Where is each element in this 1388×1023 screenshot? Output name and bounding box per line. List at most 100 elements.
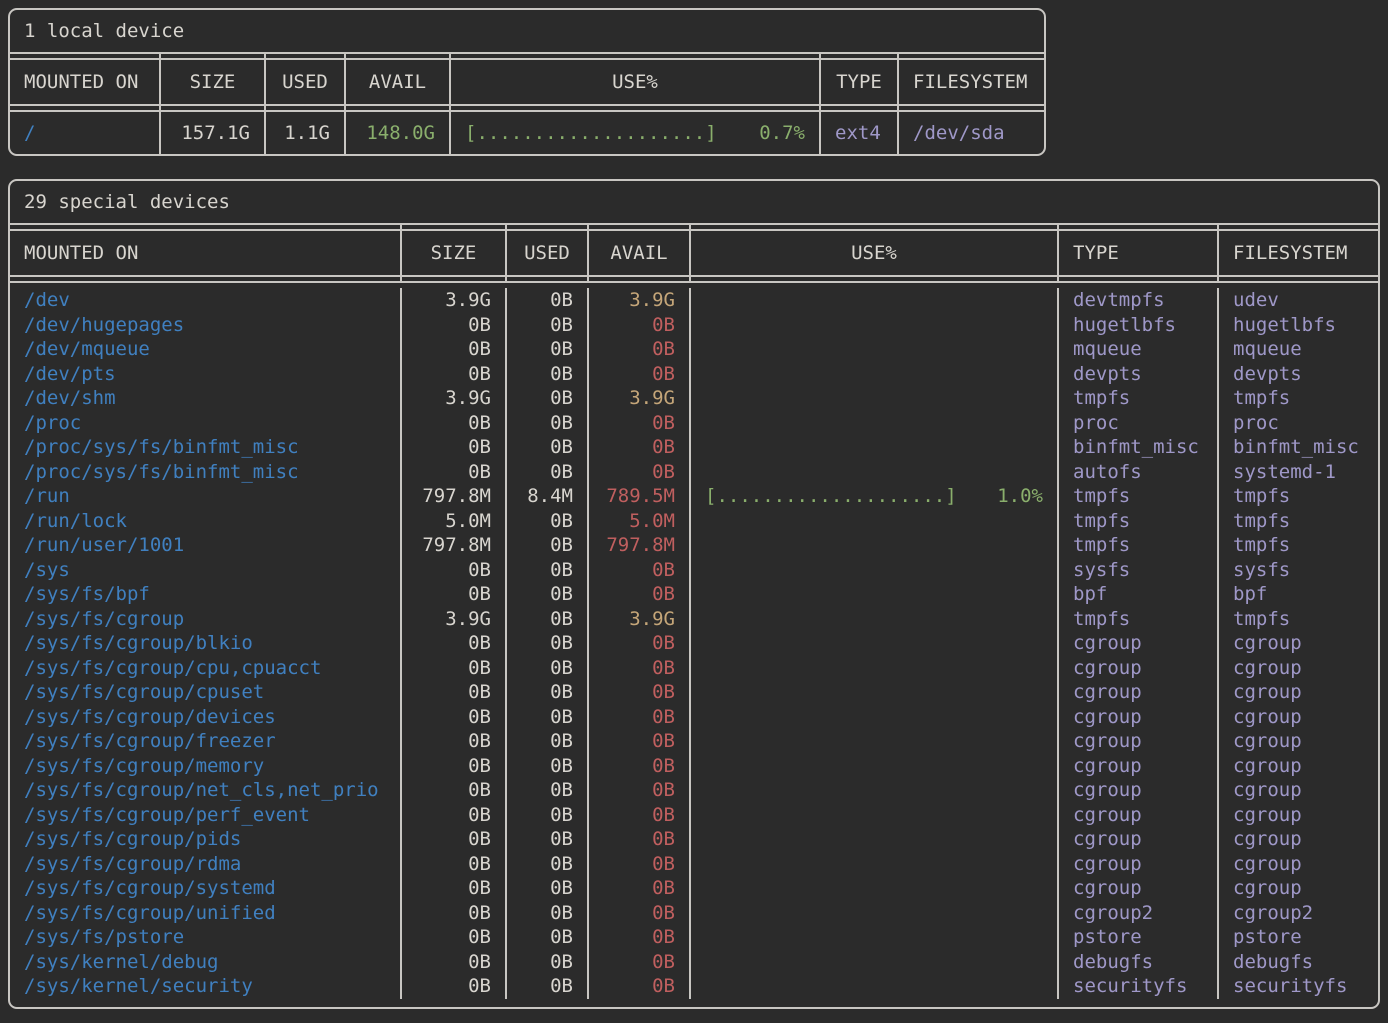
cell-use-percent [689, 533, 1057, 558]
cell-avail: 3.9G [587, 386, 689, 411]
cell-used: 0B [505, 607, 587, 632]
cell-use-percent: [....................] 1.0% [689, 484, 1057, 509]
cell-type: tmpfs [1057, 509, 1217, 534]
header-used: USED [505, 231, 587, 275]
cell-mounted-on: /sys/fs/cgroup/devices [10, 705, 400, 730]
cell-filesystem: hugetlbfs [1217, 313, 1378, 338]
cell-use-percent [689, 729, 1057, 754]
cell-used: 0B [505, 852, 587, 877]
cell-used: 0B [505, 950, 587, 975]
cell-mounted-on: /sys/fs/cgroup/rdma [10, 852, 400, 877]
table-row: /run 797.8M 8.4M 789.5M [...............… [10, 484, 1378, 509]
cell-avail: 0B [587, 705, 689, 730]
cell-type: hugetlbfs [1057, 313, 1217, 338]
cell-size: 0B [400, 680, 505, 705]
cell-used: 0B [505, 460, 587, 485]
cell-size: 0B [400, 925, 505, 950]
cell-use-percent [689, 582, 1057, 607]
cell-size: 0B [400, 803, 505, 828]
cell-avail: 0B [587, 974, 689, 999]
cell-used: 0B [505, 705, 587, 730]
cell-mounted-on: /dev [10, 288, 400, 313]
cell-mounted-on: /sys/kernel/debug [10, 950, 400, 975]
cell-mounted-on: /sys/fs/cgroup/net_cls,net_prio [10, 778, 400, 803]
cell-use-percent: [....................] 0.7% [449, 112, 819, 154]
usage-bar: [....................] [465, 112, 717, 154]
cell-mounted-on: / [10, 112, 159, 154]
cell-filesystem: securityfs [1217, 974, 1378, 999]
cell-filesystem: bpf [1217, 582, 1378, 607]
cell-used: 1.1G [264, 112, 344, 154]
cell-type: cgroup [1057, 876, 1217, 901]
cell-avail: 0B [587, 803, 689, 828]
cell-filesystem: cgroup [1217, 754, 1378, 779]
cell-type: bpf [1057, 582, 1217, 607]
cell-used: 0B [505, 435, 587, 460]
cell-mounted-on: /proc/sys/fs/binfmt_misc [10, 460, 400, 485]
cell-used: 0B [505, 778, 587, 803]
cell-used: 0B [505, 362, 587, 387]
cell-size: 0B [400, 754, 505, 779]
cell-mounted-on: /sys/kernel/security [10, 974, 400, 999]
header-mounted-on: MOUNTED ON [10, 231, 400, 275]
cell-type: cgroup [1057, 680, 1217, 705]
cell-used: 0B [505, 411, 587, 436]
table-row: /sys/fs/cgroup/freezer 0B 0B 0B cgroup c… [10, 729, 1378, 754]
cell-avail: 0B [587, 656, 689, 681]
header-type: TYPE [1057, 231, 1217, 275]
cell-used: 0B [505, 925, 587, 950]
cell-use-percent [689, 705, 1057, 730]
cell-filesystem: tmpfs [1217, 533, 1378, 558]
header-filesystem: FILESYSTEM [897, 60, 1044, 104]
cell-use-percent [689, 778, 1057, 803]
cell-filesystem: cgroup [1217, 680, 1378, 705]
cell-type: cgroup [1057, 852, 1217, 877]
cell-filesystem: mqueue [1217, 337, 1378, 362]
cell-avail: 0B [587, 558, 689, 583]
cell-type: tmpfs [1057, 386, 1217, 411]
cell-avail: 0B [587, 411, 689, 436]
table-row: /sys/fs/cgroup/pids 0B 0B 0B cgroup cgro… [10, 827, 1378, 852]
cell-size: 3.9G [400, 288, 505, 313]
cell-mounted-on: /sys/fs/cgroup/unified [10, 901, 400, 926]
table-row: /sys/fs/cgroup/memory 0B 0B 0B cgroup cg… [10, 754, 1378, 779]
table-row: /sys/kernel/security 0B 0B 0B securityfs… [10, 974, 1378, 999]
table-row: /sys/fs/cgroup/devices 0B 0B 0B cgroup c… [10, 705, 1378, 730]
cell-avail: 5.0M [587, 509, 689, 534]
cell-size: 0B [400, 729, 505, 754]
cell-size: 3.9G [400, 386, 505, 411]
cell-mounted-on: /sys/fs/cgroup/memory [10, 754, 400, 779]
cell-filesystem: cgroup [1217, 705, 1378, 730]
header-mounted-on: MOUNTED ON [10, 60, 159, 104]
cell-size: 0B [400, 558, 505, 583]
cell-used: 0B [505, 901, 587, 926]
cell-filesystem: cgroup2 [1217, 901, 1378, 926]
cell-type: cgroup [1057, 827, 1217, 852]
cell-use-percent [689, 925, 1057, 950]
cell-use-percent [689, 337, 1057, 362]
special-table-title: 29 special devices [10, 181, 1378, 223]
cell-type: devtmpfs [1057, 288, 1217, 313]
usage-bar: [....................] [705, 484, 957, 509]
cell-filesystem: tmpfs [1217, 509, 1378, 534]
cell-use-percent [689, 680, 1057, 705]
cell-type: cgroup [1057, 778, 1217, 803]
usage-percent: 0.7% [759, 112, 805, 154]
cell-filesystem: tmpfs [1217, 484, 1378, 509]
cell-type: tmpfs [1057, 484, 1217, 509]
cell-filesystem: systemd-1 [1217, 460, 1378, 485]
cell-avail: 797.8M [587, 533, 689, 558]
table-row: /run/lock 5.0M 0B 5.0M tmpfs tmpfs [10, 509, 1378, 534]
cell-filesystem: udev [1217, 288, 1378, 313]
cell-size: 0B [400, 901, 505, 926]
cell-use-percent [689, 558, 1057, 583]
table-row: /dev/hugepages 0B 0B 0B hugetlbfs hugetl… [10, 313, 1378, 338]
cell-used: 0B [505, 974, 587, 999]
cell-avail: 0B [587, 460, 689, 485]
local-devices-table: 1 local device MOUNTED ON SIZE USED AVAI… [8, 8, 1046, 156]
header-type: TYPE [819, 60, 897, 104]
cell-type: tmpfs [1057, 533, 1217, 558]
cell-use-percent [689, 974, 1057, 999]
cell-mounted-on: /sys [10, 558, 400, 583]
local-header-row: MOUNTED ON SIZE USED AVAIL USE% TYPE FIL… [10, 60, 1044, 104]
